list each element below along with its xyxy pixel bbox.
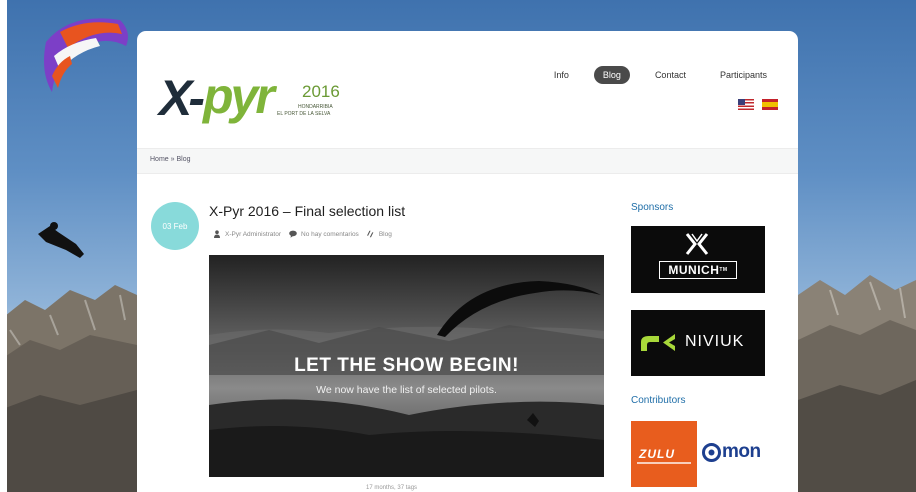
nav-item-blog[interactable]: Blog <box>593 66 630 84</box>
es-flag-icon[interactable] <box>762 99 778 110</box>
post-meta: X-Pyr Administrator No hay comentarios B… <box>213 230 392 238</box>
language-switcher <box>738 99 778 110</box>
user-icon <box>214 230 220 238</box>
post-footer-text: 17 months, 37 tags <box>366 485 418 491</box>
omon-wordmark: mon <box>722 441 761 462</box>
contributor-zulu-logo[interactable]: ZULU <box>631 421 697 487</box>
site-logo[interactable]: X- pyr 2016 HONDARRIBIA EL PORT DE LA SE… <box>159 59 359 135</box>
nav-item-info[interactable]: Info <box>545 66 578 84</box>
logo-year: 2016 <box>302 82 340 101</box>
munich-x-icon <box>685 233 709 255</box>
post-title-link[interactable]: X-Pyr 2016 – Final selection list <box>209 203 405 219</box>
logo-subtitle-line1: HONDARRIBIA <box>298 104 333 110</box>
breadcrumb-bar: Home » Blog <box>137 148 798 174</box>
munich-wordmark: MUNICHTM <box>659 261 737 279</box>
post-comments: No hay comentarios <box>289 230 359 238</box>
comment-icon <box>289 230 297 238</box>
post-category-link[interactable]: Blog <box>379 231 392 238</box>
frame-edge <box>0 0 7 492</box>
post-category: Blog <box>366 230 392 238</box>
breadcrumb-home-link[interactable]: Home <box>150 156 169 163</box>
hero-subtitle: We now have the list of selected pilots. <box>316 384 497 396</box>
breadcrumb: Home » Blog <box>150 156 191 163</box>
breadcrumb-current: Blog <box>176 156 191 163</box>
sponsor-niviuk-logo[interactable]: NIVIUK <box>631 310 765 376</box>
post-author: X-Pyr Administrator <box>213 230 281 238</box>
niviuk-wordmark: NIVIUK <box>685 333 745 350</box>
post-date-badge: 03 Feb <box>151 202 199 250</box>
niviuk-mark-icon <box>641 334 675 351</box>
zulu-underline <box>637 462 691 464</box>
sponsor-munich-logo[interactable]: MUNICHTM <box>631 226 765 293</box>
munich-name: MUNICH <box>668 263 720 277</box>
munich-trademark: TM <box>719 267 728 273</box>
post-featured-image[interactable]: LET THE SHOW BEGIN! We now have the list… <box>209 255 604 477</box>
logo-pyr-text: pyr <box>203 68 275 124</box>
site-header: X- pyr 2016 HONDARRIBIA EL PORT DE LA SE… <box>137 31 798 148</box>
paraglider-wing-image <box>44 18 128 93</box>
contributors-heading: Contributors <box>631 395 686 406</box>
category-icon <box>366 230 374 238</box>
main-nav: Info Blog Contact Participants <box>529 66 776 84</box>
contributor-omon-logo[interactable]: mon <box>702 441 761 463</box>
zulu-wordmark: ZULU <box>639 447 675 461</box>
breadcrumb-separator: » <box>170 156 175 163</box>
post-comments-link[interactable]: No hay comentarios <box>301 231 359 238</box>
nav-item-participants[interactable]: Participants <box>711 66 776 84</box>
logo-x-text: X- <box>159 70 205 126</box>
omon-circle-icon <box>702 442 721 462</box>
us-flag-icon[interactable] <box>738 99 754 110</box>
nav-item-contact[interactable]: Contact <box>646 66 695 84</box>
main-panel: X- pyr 2016 HONDARRIBIA EL PORT DE LA SE… <box>137 31 798 492</box>
paraglider-pilot-image <box>38 222 84 258</box>
hero-title: LET THE SHOW BEGIN! <box>294 355 519 376</box>
post-date: 03 Feb <box>162 221 188 231</box>
post-author-link[interactable]: X-Pyr Administrator <box>225 231 281 238</box>
sponsors-heading: Sponsors <box>631 202 674 213</box>
logo-subtitle-line2: EL PORT DE LA SELVA <box>277 111 331 117</box>
